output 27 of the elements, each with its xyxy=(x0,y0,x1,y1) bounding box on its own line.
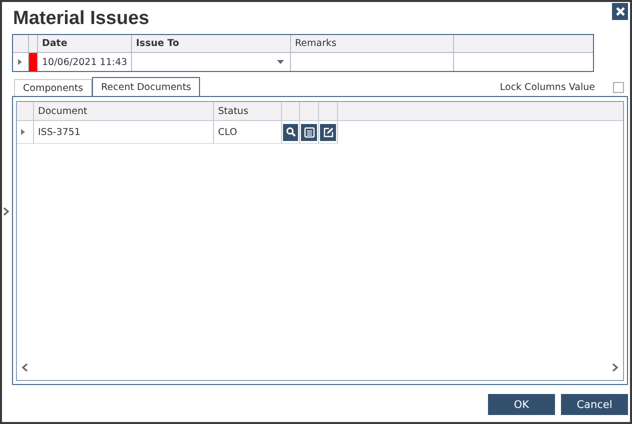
lock-columns-checkbox[interactable] xyxy=(613,82,624,93)
row-indicator-icon xyxy=(21,129,25,135)
dialog-button[interactable]: OK xyxy=(488,394,555,415)
column-header[interactable]: Date xyxy=(38,35,132,53)
print-button[interactable] xyxy=(301,124,317,140)
window-title: Material Issues xyxy=(12,7,150,31)
search-button[interactable] xyxy=(283,124,298,140)
tab[interactable]: Components xyxy=(14,79,92,96)
column-header[interactable]: Document xyxy=(34,102,214,121)
edit-button[interactable] xyxy=(320,124,336,140)
edit-icon xyxy=(322,126,334,138)
column-header[interactable]: Issue To xyxy=(132,35,291,53)
table-cell: ISS-3751 xyxy=(34,121,214,144)
row-marker xyxy=(29,53,38,71)
dialog-button[interactable]: Cancel xyxy=(561,394,628,415)
tab[interactable]: Recent Documents xyxy=(92,77,200,96)
lock-columns-label: Lock Columns Value xyxy=(500,82,595,93)
column-header[interactable]: Remarks xyxy=(291,35,454,53)
printer-icon xyxy=(304,126,314,138)
table-cell: CLO xyxy=(214,121,282,144)
close-button[interactable] xyxy=(612,3,628,20)
row-indicator-icon xyxy=(18,59,22,65)
column-header[interactable]: Status xyxy=(214,102,282,121)
search-icon xyxy=(286,127,296,137)
close-icon xyxy=(616,7,624,16)
dropdown-caret-icon xyxy=(277,60,284,64)
table-cell: 10/06/2021 11:43 xyxy=(38,53,132,71)
